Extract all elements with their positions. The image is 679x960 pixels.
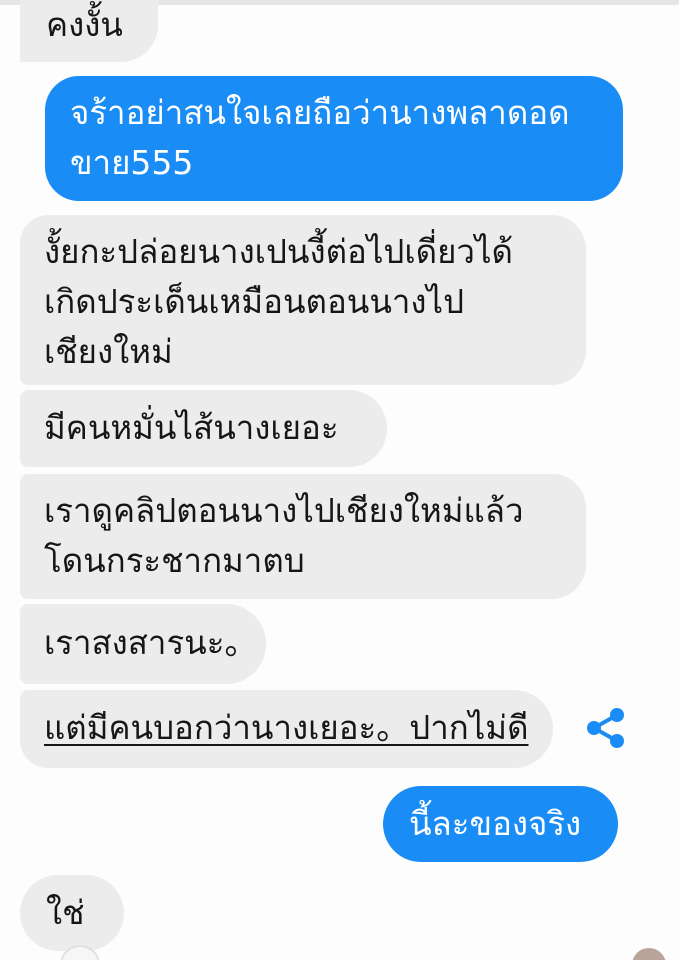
message-text: แต่มีคนบอกว่านางเยอะ。ปากไม่ดี bbox=[44, 708, 529, 747]
message-bubble-incoming[interactable]: เราดูคลิปตอนนางไปเชียงใหม่แล้ว โดนกระชาก… bbox=[20, 474, 586, 599]
message-text: เชียงใหม่ bbox=[44, 332, 173, 371]
message-text: คงงั้น bbox=[46, 5, 123, 44]
message-text: เกิดประเด็นเหมือนตอนนางไป bbox=[44, 282, 465, 321]
message-text: โดนกระชากมาตบ bbox=[44, 541, 305, 580]
message-text: ขาย555 bbox=[70, 143, 194, 182]
message-bubble-incoming[interactable]: มีคนหมั่นไส้นางเยอะ bbox=[20, 390, 387, 467]
message-text: มีคนหมั่นไส้นางเยอะ bbox=[44, 408, 339, 447]
message-text: เราดูคลิปตอนนางไปเชียงใหม่แล้ว bbox=[44, 491, 524, 530]
message-text: ใช่ bbox=[46, 893, 85, 932]
share-icon[interactable] bbox=[582, 704, 630, 752]
partial-avatar bbox=[632, 948, 666, 960]
message-bubble-incoming[interactable]: เราสงสารนะ。 bbox=[20, 604, 266, 684]
chat-screen: คงงั้น จร้าอย่าสนใจเลยถือว่านางพลาดอด ขา… bbox=[0, 0, 679, 960]
message-bubble-incoming[interactable]: ใช่ bbox=[20, 875, 124, 951]
message-bubble-incoming[interactable]: คงงั้น bbox=[20, 0, 158, 62]
message-bubble-incoming[interactable]: งั้ยกะปล่อยนางเปนงี้ต่อไปเดี่ยวได้ เกิดป… bbox=[20, 215, 586, 385]
message-bubble-outgoing[interactable]: จร้าอย่าสนใจเลยถือว่านางพลาดอด ขาย555 bbox=[45, 76, 623, 201]
message-bubble-outgoing[interactable]: นี้ละของจริง bbox=[383, 786, 618, 862]
message-text: นี้ละของจริง bbox=[409, 804, 582, 843]
message-bubble-incoming[interactable]: แต่มีคนบอกว่านางเยอะ。ปากไม่ดี bbox=[20, 690, 553, 768]
message-text: งั้ยกะปล่อยนางเปนงี้ต่อไปเดี่ยวได้ bbox=[44, 232, 513, 271]
message-text: จร้าอย่าสนใจเลยถือว่านางพลาดอด bbox=[70, 93, 570, 132]
message-text: เราสงสารนะ。 bbox=[44, 623, 258, 662]
